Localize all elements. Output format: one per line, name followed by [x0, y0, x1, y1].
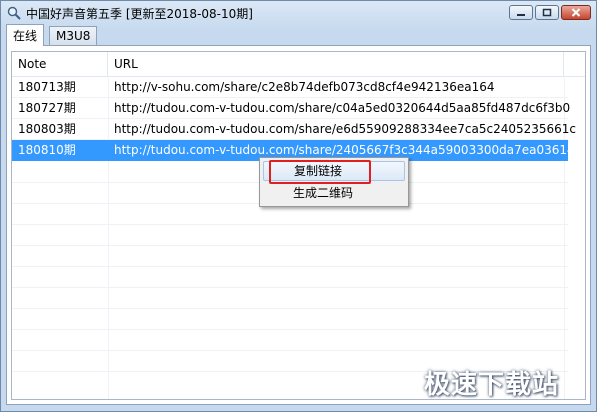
tab-panel: Note URL 180713期 http://v-sohu.com/share… — [6, 45, 591, 405]
row-url: http://tudou.com-v-tudou.com/share/e6d55… — [114, 122, 577, 136]
row-note: 180713期 — [18, 80, 76, 94]
row-url: http://v-sohu.com/share/c2e8b74defb073cd… — [114, 80, 495, 94]
column-header-url[interactable]: URL — [108, 52, 564, 76]
empty-row-line — [12, 287, 568, 288]
table-row[interactable]: 180803期 http://tudou.com-v-tudou.com/sha… — [12, 119, 576, 140]
empty-row-line — [12, 224, 568, 225]
menu-item-generate-qrcode[interactable]: 生成二维码 — [263, 183, 405, 203]
empty-row-line — [12, 245, 568, 246]
empty-row-line — [12, 308, 568, 309]
menu-item-copy-link[interactable]: 复制链接 — [263, 161, 405, 181]
context-menu: 复制链接 生成二维码 — [259, 157, 409, 207]
table-row[interactable]: 180713期 http://v-sohu.com/share/c2e8b74d… — [12, 77, 568, 98]
close-button[interactable] — [561, 5, 591, 20]
column-header-note[interactable]: Note — [12, 52, 108, 76]
watermark-text: 极速下载站 — [424, 370, 560, 400]
link-list[interactable]: Note URL 180713期 http://v-sohu.com/share… — [11, 51, 586, 400]
row-note: 180727期 — [18, 101, 76, 115]
minimize-button[interactable] — [509, 5, 533, 20]
row-url: http://tudou.com-v-tudou.com/share/c04a5… — [114, 101, 571, 115]
minimize-icon — [517, 13, 525, 16]
magnifier-app-icon — [7, 6, 21, 20]
empty-row-line — [12, 329, 568, 330]
tab-online[interactable]: 在线 — [6, 24, 45, 46]
empty-row-line — [12, 266, 568, 267]
tab-strip: 在线 M3U8 — [6, 24, 591, 46]
maximize-button[interactable] — [535, 5, 559, 20]
tab-m3u8[interactable]: M3U8 — [49, 26, 98, 45]
maximize-icon — [542, 8, 552, 17]
list-header: Note URL — [12, 52, 585, 77]
window-title: 中国好声音第五季 [更新至2018-08-10期] — [26, 7, 253, 21]
close-icon — [571, 8, 581, 17]
empty-row-line — [12, 350, 568, 351]
row-note: 180803期 — [18, 122, 76, 136]
row-note: 180810期 — [18, 143, 76, 157]
table-row[interactable]: 180727期 http://tudou.com-v-tudou.com/sha… — [12, 98, 571, 119]
title-bar[interactable]: 中国好声音第五季 [更新至2018-08-10期] — [1, 1, 596, 25]
